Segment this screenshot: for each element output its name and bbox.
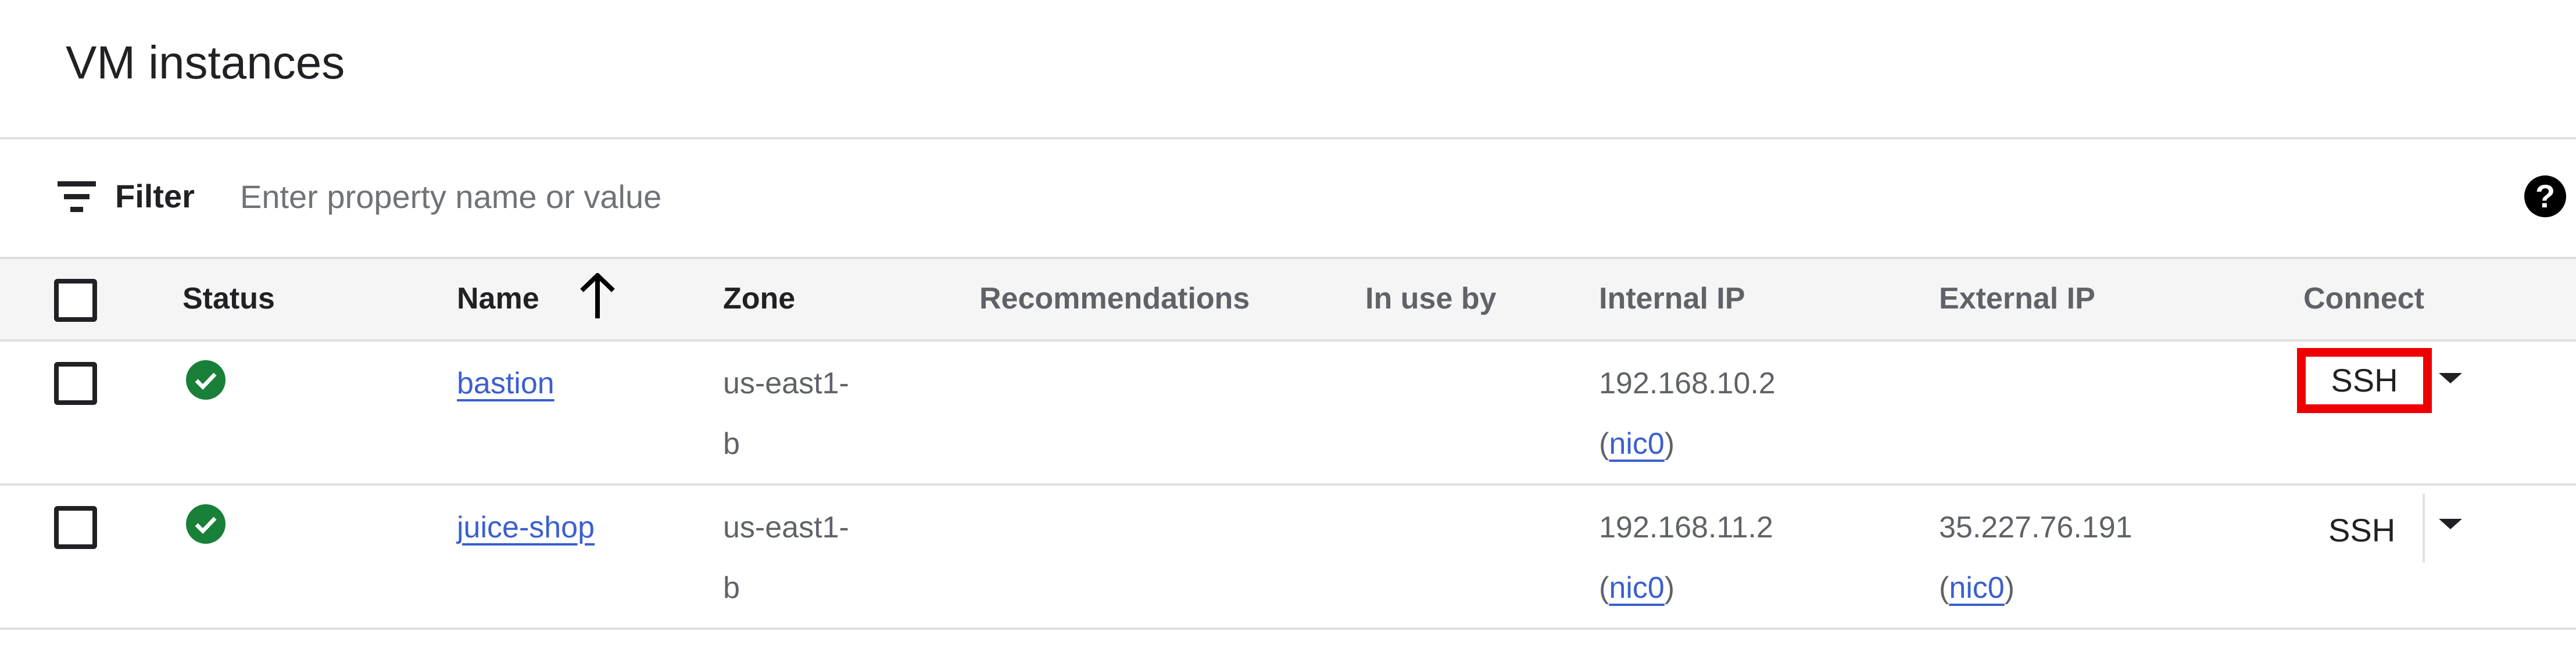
divider [0, 339, 2576, 342]
nic-link[interactable]: nic0 [1949, 571, 2004, 605]
button-divider [2423, 494, 2425, 562]
filter-label[interactable]: Filter [115, 177, 195, 215]
divider [0, 257, 2576, 259]
caret-down-icon[interactable] [2439, 519, 2462, 529]
column-header-in-use-by: In use by [1365, 282, 1497, 315]
check-circle-icon [186, 360, 226, 400]
column-header-connect: Connect [2303, 282, 2424, 315]
row-checkbox[interactable] [54, 362, 97, 405]
instance-name-link[interactable]: juice-shop [457, 511, 595, 544]
divider [0, 627, 2576, 630]
nic-link[interactable]: nic0 [1609, 571, 1664, 605]
internal-ip: 192.168.11.2 (nic0) [1599, 511, 1773, 605]
column-header-zone[interactable]: Zone [723, 281, 795, 316]
column-header-name[interactable]: Name [457, 281, 539, 316]
ssh-button[interactable]: SSH [2328, 507, 2396, 554]
select-all-checkbox[interactable] [54, 279, 97, 322]
filter-input[interactable] [240, 174, 2449, 218]
table-header [0, 258, 2576, 340]
arrow-up-icon[interactable] [578, 273, 617, 320]
row-checkbox[interactable] [54, 506, 97, 549]
divider [0, 137, 2576, 139]
column-header-internal-ip[interactable]: Internal IP [1599, 281, 1745, 316]
internal-ip: 192.168.10.2 (nic0) [1599, 367, 1776, 461]
instance-name-link[interactable]: bastion [457, 367, 554, 400]
caret-down-icon[interactable] [2439, 373, 2462, 383]
column-header-recommendations: Recommendations [979, 282, 1250, 315]
zone: us-east1- b [723, 367, 849, 461]
nic-link[interactable]: nic0 [1609, 427, 1664, 461]
filter-list-icon[interactable] [58, 181, 96, 213]
ssh-button[interactable]: SSH [2297, 348, 2432, 413]
column-header-status[interactable]: Status [183, 281, 275, 316]
check-circle-icon [186, 504, 226, 544]
column-header-external-ip[interactable]: External IP [1939, 281, 2095, 316]
external-ip: 35.227.76.191 (nic0) [1939, 511, 2133, 605]
divider [0, 483, 2576, 486]
page-title: VM instances [66, 37, 345, 88]
help-circle-icon[interactable]: ? [2524, 175, 2566, 217]
zone: us-east1- b [723, 511, 849, 605]
